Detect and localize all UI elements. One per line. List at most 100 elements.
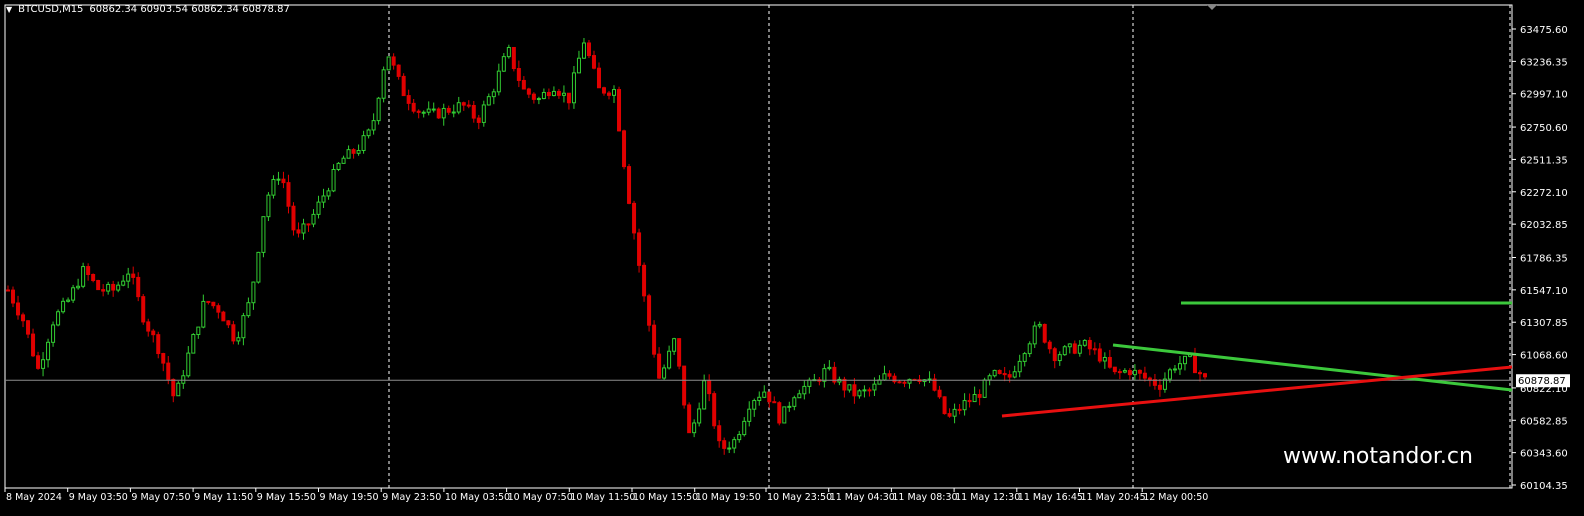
candle-up (376, 97, 381, 122)
candle-down (1042, 323, 1047, 343)
candle-down (1007, 374, 1012, 378)
candle-down (657, 353, 662, 379)
candle-up (1017, 360, 1022, 373)
candle-down (627, 166, 632, 204)
candle-down (531, 93, 536, 100)
x-tick-label: 10 May 03:50 (445, 492, 510, 503)
candle-down (171, 378, 176, 397)
candle-up (962, 400, 967, 411)
candle-down (892, 375, 897, 383)
candle-up (551, 90, 556, 97)
candle-down (291, 205, 296, 231)
candle-down (1092, 348, 1097, 351)
candle-down (607, 92, 612, 96)
candle-up (792, 397, 797, 407)
candle-down (31, 333, 36, 357)
candle-down (546, 91, 551, 97)
candle-down (652, 324, 657, 355)
x-tick-label: 11 May 08:30 (892, 492, 957, 503)
candle-up (486, 96, 491, 106)
candle-up (181, 375, 186, 384)
candle-up (757, 396, 762, 402)
y-tick-label: 60582.85 (1520, 416, 1568, 427)
dropdown-arrow-icon[interactable]: ▼ (6, 5, 12, 14)
candle-up (847, 384, 852, 391)
candle-up (121, 280, 126, 286)
candle-down (947, 413, 952, 417)
candle-up (201, 300, 206, 328)
candle-down (1052, 348, 1057, 362)
candle-up (246, 302, 251, 317)
candle-down (21, 314, 26, 322)
candle-up (326, 190, 331, 197)
candle-down (86, 266, 91, 276)
candle-down (476, 117, 481, 123)
candle-up (126, 273, 131, 282)
candle-down (231, 324, 236, 342)
candle-up (702, 380, 707, 410)
candle-down (1097, 348, 1102, 362)
green-trendline (1112, 343, 1513, 392)
candle-down (1147, 377, 1152, 381)
candle-up (1022, 353, 1027, 362)
candle-down (596, 67, 601, 89)
candle-up (692, 422, 697, 434)
candle-down (286, 182, 291, 207)
candle-up (371, 120, 376, 131)
candle-up (952, 408, 957, 417)
candle-down (1157, 384, 1162, 390)
candle-down (136, 276, 141, 298)
red-trendline (1001, 365, 1513, 418)
y-tick-label: 61068.60 (1520, 351, 1568, 362)
candle-up (481, 104, 486, 123)
candle-up (782, 406, 787, 424)
ohlc-readout: 60862.34 60903.54 60862.34 60878.87 (89, 4, 290, 15)
candle-down (411, 102, 416, 112)
candle-up (261, 216, 266, 253)
watermark: www.notandor.cn (1283, 444, 1473, 469)
candle-up (346, 149, 351, 159)
candle-up (331, 168, 336, 192)
candle-up (1057, 354, 1062, 362)
candlestick-chart[interactable]: 63475.60 63236.35 62997.10 62750.60 62511.35… (0, 0, 1584, 516)
candle-down (942, 396, 947, 415)
candle-down (96, 280, 101, 291)
x-tick-label: 11 May 04:30 (830, 492, 895, 503)
candle-down (601, 87, 606, 94)
x-tick-label: 10 May 07:50 (508, 492, 573, 503)
candle-up (341, 157, 346, 164)
candle-down (967, 400, 972, 403)
x-tick-label: 8 May 2024 (6, 492, 62, 503)
candle-down (1047, 341, 1052, 350)
candle-down (1137, 369, 1142, 374)
candle-up (1082, 339, 1087, 346)
y-tick-label: 62032.85 (1520, 220, 1568, 231)
candle-down (687, 404, 692, 434)
candle-down (511, 46, 516, 70)
x-tick-label: 11 May 16:45 (1018, 492, 1083, 503)
candle-up (51, 324, 56, 343)
x-tick-label: 9 May 23:50 (382, 492, 441, 503)
candle-up (316, 201, 321, 215)
candle-up (451, 111, 456, 114)
candle-down (957, 408, 962, 411)
candle-down (436, 108, 441, 119)
candle-up (176, 382, 181, 397)
y-tick-label: 62997.10 (1520, 90, 1568, 101)
candle-up (732, 439, 737, 449)
candle-down (566, 92, 571, 104)
candle-up (972, 394, 977, 403)
candle-up (241, 315, 246, 339)
candle-up (737, 434, 742, 441)
candle-down (632, 202, 637, 234)
y-tick-label: 61786.35 (1520, 253, 1568, 264)
candle-up (251, 281, 256, 304)
candle-up (301, 223, 306, 234)
candle-up (742, 420, 747, 436)
candle-up (276, 178, 281, 181)
candle-down (111, 283, 116, 291)
candle-up (366, 129, 371, 137)
candle-down (1197, 372, 1202, 375)
candle-up (571, 72, 576, 104)
candle-down (1112, 366, 1117, 373)
